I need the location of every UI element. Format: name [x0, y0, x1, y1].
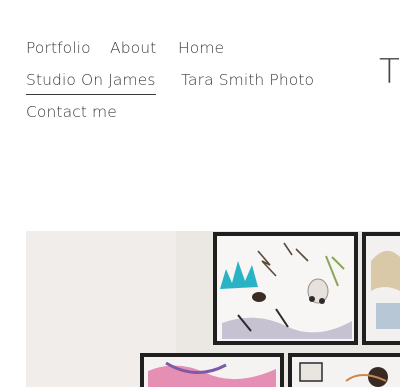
site-logo-text[interactable]: T: [379, 55, 400, 89]
hero-image: [26, 231, 400, 387]
nav-link-contact-me[interactable]: Contact me: [26, 103, 117, 121]
nav-link-portfolio[interactable]: Portfolio: [26, 39, 91, 57]
nav-link-home[interactable]: Home: [178, 39, 224, 57]
nav-link-tara-smith-photo[interactable]: Tara Smith Photo: [181, 71, 314, 89]
page: Portfolio About Home Studio On James Tar…: [0, 0, 400, 387]
nav-link-about[interactable]: About: [110, 39, 156, 57]
gallery-wall-image: [26, 231, 400, 387]
nav-link-studio-on-james[interactable]: Studio On James: [26, 71, 156, 95]
